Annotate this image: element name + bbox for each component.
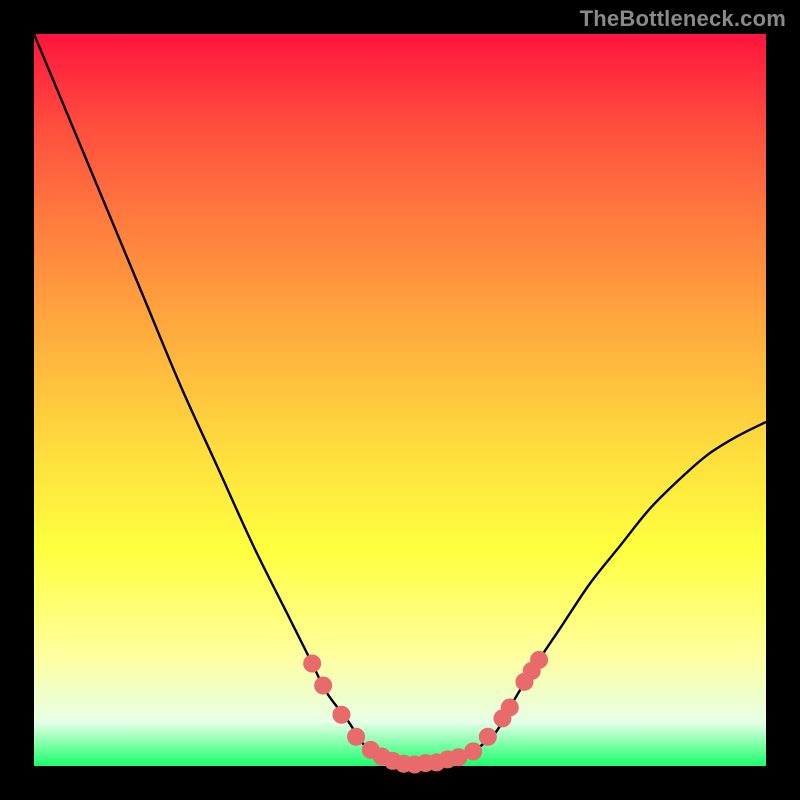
bottleneck-curve: [34, 34, 766, 765]
curve-layer: [34, 34, 766, 765]
data-marker: [348, 728, 365, 745]
data-marker: [531, 651, 548, 668]
data-marker: [333, 706, 350, 723]
data-marker: [501, 699, 518, 716]
data-marker: [304, 655, 321, 672]
data-marker: [465, 743, 482, 760]
bottleneck-chart: [0, 0, 800, 800]
marker-layer: [304, 651, 548, 773]
data-marker: [479, 728, 496, 745]
data-marker: [315, 677, 332, 694]
